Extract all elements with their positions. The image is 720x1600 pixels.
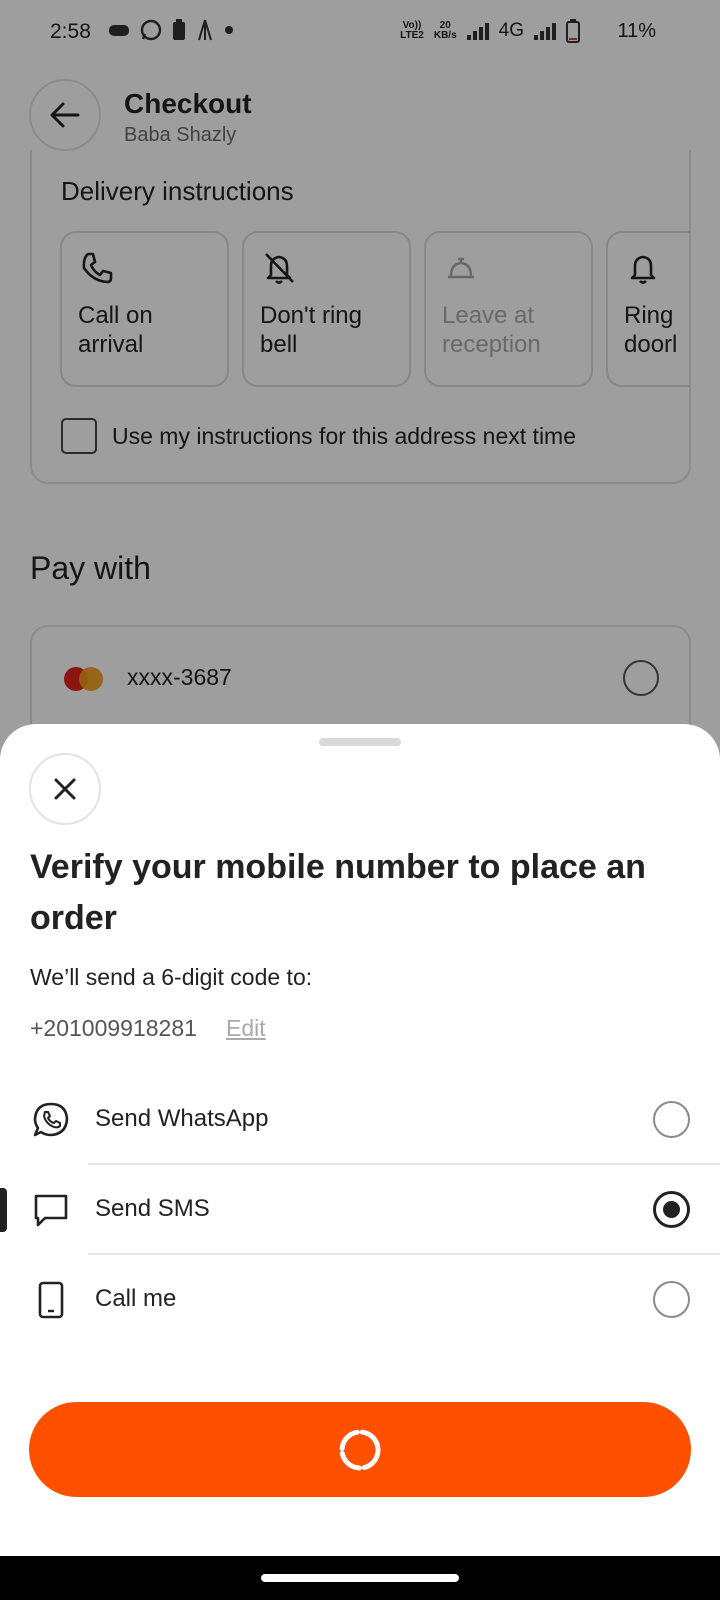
code-note: We’ll send a 6-digit code to:	[30, 964, 313, 990]
whatsapp-icon	[33, 1102, 69, 1137]
method-label: Send SMS	[95, 1195, 210, 1222]
method-radio[interactable]	[653, 1281, 690, 1318]
method-call[interactable]: Call me	[0, 1255, 720, 1343]
chat-bubble-icon	[34, 1194, 68, 1227]
verify-title: Verify your mobile number to place an or…	[30, 848, 646, 937]
send-code-button[interactable]	[29, 1402, 691, 1497]
sheet-drag-handle[interactable]	[319, 738, 401, 746]
close-icon	[54, 778, 76, 800]
method-whatsapp[interactable]: Send WhatsApp	[0, 1075, 720, 1163]
home-gesture-bar[interactable]	[261, 1574, 459, 1582]
mobile-phone-icon	[38, 1281, 64, 1319]
method-label: Call me	[95, 1285, 177, 1312]
close-button[interactable]	[29, 753, 101, 825]
method-radio[interactable]	[653, 1101, 690, 1138]
loading-spinner-icon	[339, 1429, 381, 1470]
method-sms[interactable]: Send SMS	[0, 1165, 720, 1253]
method-radio-selected[interactable]	[653, 1191, 690, 1228]
phone-number: +201009918281	[30, 1015, 197, 1041]
method-label: Send WhatsApp	[95, 1105, 269, 1132]
focus-indicator	[0, 1188, 7, 1232]
edit-phone-link[interactable]: Edit	[226, 1015, 266, 1042]
